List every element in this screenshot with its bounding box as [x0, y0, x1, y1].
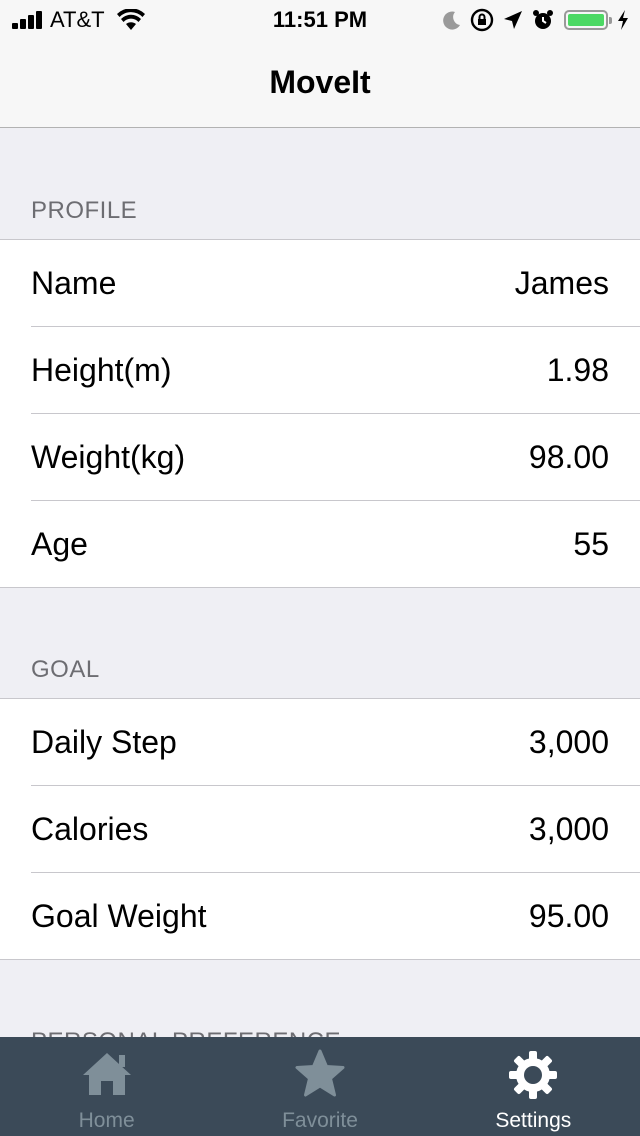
row-label: Name: [31, 264, 117, 301]
gear-icon: [509, 1051, 558, 1099]
page-title: MoveIt: [269, 64, 371, 100]
section-header-personal-preference: PERSONAL PREFERENCE: [0, 960, 640, 1037]
home-icon: [82, 1053, 131, 1095]
row-value: 95.00: [528, 897, 609, 934]
tab-bar: Home Favorite Settings: [0, 1037, 640, 1136]
row-goal-weight[interactable]: Goal Weight 95.00: [0, 872, 640, 959]
section-header-profile: PROFILE: [31, 197, 138, 224]
goal-group: Daily Step 3,000 Calories 3,000 Goal Wei…: [0, 698, 640, 960]
row-label: Height(m): [31, 351, 172, 388]
row-label: Goal Weight: [31, 897, 207, 934]
tab-home[interactable]: Home: [0, 1037, 213, 1136]
row-label: Age: [31, 525, 88, 562]
row-weight[interactable]: Weight(kg) 98.00: [0, 413, 640, 500]
tab-favorite[interactable]: Favorite: [213, 1037, 426, 1136]
tab-label: Settings: [495, 1109, 572, 1132]
row-height[interactable]: Height(m) 1.98: [0, 326, 640, 413]
row-calories[interactable]: Calories 3,000: [0, 785, 640, 872]
row-label: Weight(kg): [31, 438, 186, 475]
row-value: 3,000: [528, 810, 609, 847]
row-value: 55: [573, 525, 609, 562]
tab-label: Favorite: [282, 1109, 358, 1132]
row-daily-step[interactable]: Daily Step 3,000: [0, 699, 640, 785]
battery-icon: [564, 10, 612, 30]
star-icon: [295, 1049, 345, 1097]
tab-settings[interactable]: Settings: [427, 1037, 640, 1136]
row-value: James: [514, 264, 609, 301]
row-value: 3,000: [528, 723, 609, 760]
orientation-lock-icon: [470, 8, 494, 32]
settings-list[interactable]: PROFILE Name James Height(m) 1.98 Weight…: [0, 129, 640, 1037]
row-value: 1.98: [546, 351, 609, 388]
row-name[interactable]: Name James: [0, 240, 640, 326]
row-age[interactable]: Age 55: [0, 500, 640, 587]
row-label: Daily Step: [31, 723, 177, 760]
profile-group: Name James Height(m) 1.98 Weight(kg) 98.…: [0, 239, 640, 588]
location-icon: [504, 11, 522, 29]
moon-icon: [443, 11, 460, 30]
alarm-icon: [533, 10, 553, 29]
tab-label: Home: [78, 1109, 135, 1132]
row-value: 98.00: [528, 438, 609, 475]
status-bar: AT&T 11:51 PM: [0, 0, 640, 40]
status-bar-right: [434, 7, 630, 33]
navigation-bar: MoveIt: [0, 40, 640, 128]
section-header-goal: GOAL: [31, 656, 100, 683]
charging-icon: [618, 10, 628, 30]
row-label: Calories: [31, 810, 149, 847]
